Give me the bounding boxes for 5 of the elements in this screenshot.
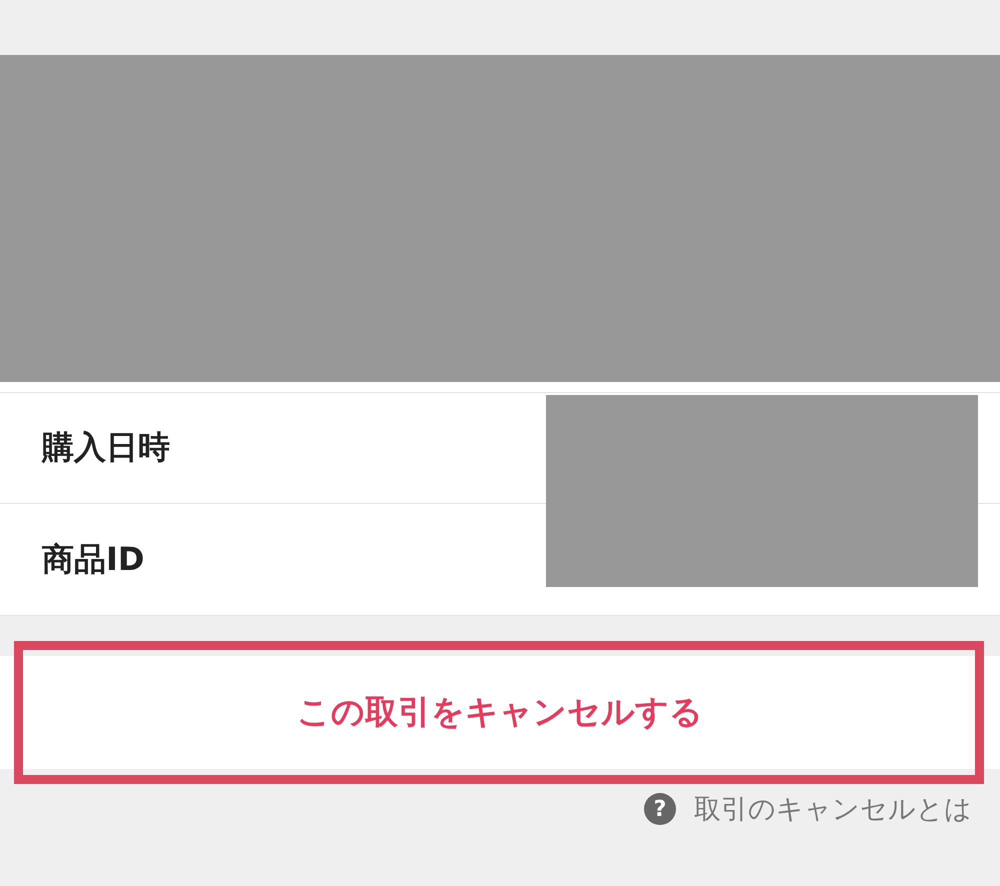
help-link[interactable]: ? 取引のキャンセルとは <box>644 791 972 827</box>
detail-label: 商品ID <box>42 538 144 580</box>
cancel-button[interactable]: この取引をキャンセルする <box>0 656 1000 769</box>
detail-label: 購入日時 <box>42 427 170 468</box>
help-icon: ? <box>644 793 676 825</box>
